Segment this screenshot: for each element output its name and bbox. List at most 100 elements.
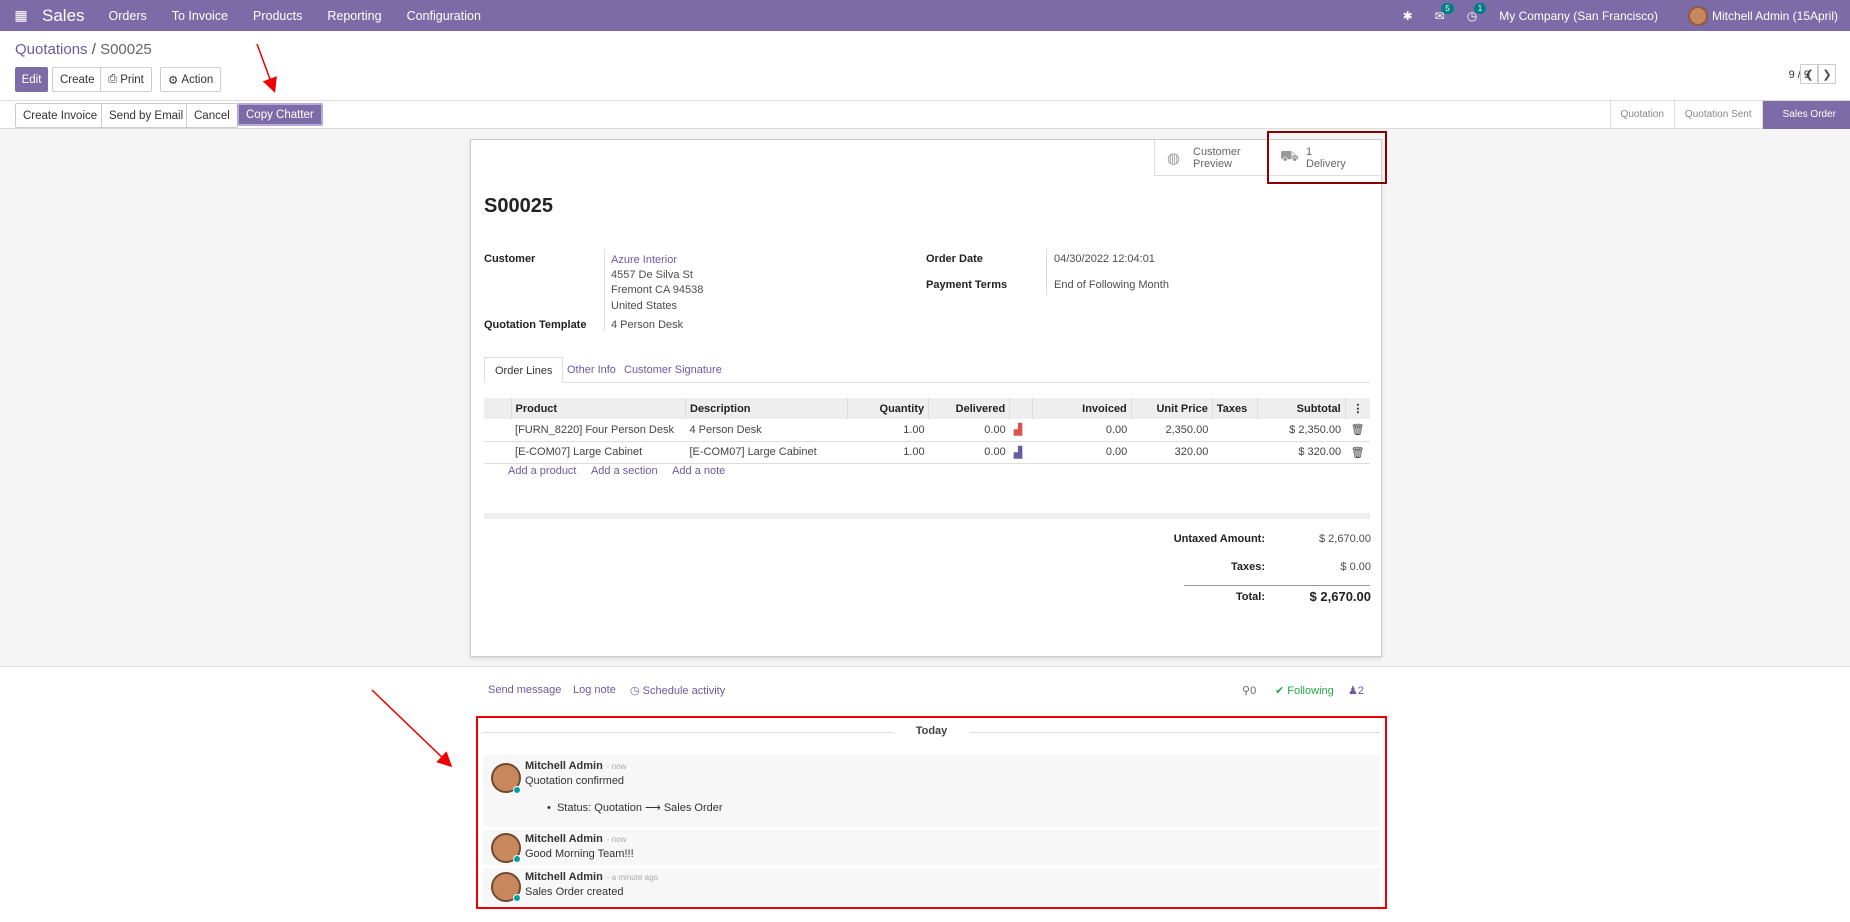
control-panel: Quotations / S00025 Edit Create ⎙ Print ⚙… [0,31,1850,101]
forecast-chart-icon[interactable]: ▟ [1009,441,1033,464]
header-invoiced[interactable]: Invoiced [1031,398,1132,419]
order-name: S00025 [484,195,553,217]
online-status-icon [513,894,521,902]
action-button[interactable]: ⚙ Action [160,67,222,92]
message-body: Quotation confirmed [525,775,625,787]
header-subtotal[interactable]: Subtotal [1256,398,1346,419]
send-by-email-button[interactable]: Send by Email [101,103,192,128]
cell-unit-price[interactable]: 2,350.00 [1131,419,1213,442]
user-avatar[interactable] [1687,5,1708,26]
message-author[interactable]: Mitchell Admin [525,760,603,772]
company-switcher[interactable]: My Company (San Francisco) [1499,9,1658,23]
step-quotation-sent[interactable]: Quotation Sent [1673,101,1762,129]
attachments-button[interactable]: ⚲0 [1242,684,1256,697]
menu-configuration[interactable]: Configuration [407,9,481,23]
cell-product[interactable]: [FURN_8220] Four Person Desk [511,419,686,442]
quotation-template-value: 4 Person Desk [611,319,684,331]
create-invoice-button[interactable]: Create Invoice [15,103,106,128]
header-description[interactable]: Description [684,398,848,419]
cancel-button[interactable]: Cancel [186,103,238,128]
customer-address-city: Fremont CA 94538 [611,284,704,296]
header-taxes[interactable]: Taxes [1211,398,1258,419]
cell-unit-price[interactable]: 320.00 [1131,441,1213,464]
header-delivered[interactable]: Delivered [928,398,1010,419]
note-separator [484,513,1370,519]
cell-subtotal: $ 2,350.00 [1257,419,1346,442]
print-button[interactable]: ⎙ Print [100,67,152,92]
header-unit-price[interactable]: Unit Price [1130,398,1213,419]
field-divider [1046,249,1047,295]
breadcrumb-quotations[interactable]: Quotations [15,41,88,58]
customer-name[interactable]: Azure Interior [611,254,677,266]
tab-order-lines[interactable]: Order Lines [484,357,564,383]
add-section-link[interactable]: Add a section [591,465,658,477]
message-thread-highlight: Today Mitchell Admin - now Quotation conf… [476,716,1387,909]
step-quotation[interactable]: Quotation [1609,101,1674,129]
cell-description[interactable]: [E-COM07] Large Cabinet [685,441,848,464]
notebook-tabs: Order Lines Other Info Customer Signatur… [484,357,1370,383]
status-steps: Quotation Quotation Sent Sales Order [1609,101,1850,129]
message-item: Mitchell Admin - a minute ago Sales Order… [483,868,1380,905]
following-label: Following [1287,685,1334,697]
table-row[interactable]: [E-COM07] Large Cabinet [E-COM07] Large … [484,441,1370,464]
column-options-icon[interactable]: ⋮ [1344,398,1370,419]
message-item: Mitchell Admin - now Quotation confirmed … [483,755,1380,827]
following-button[interactable]: ✔ Following [1275,684,1334,697]
activity-badge: 1 [1473,2,1487,14]
paperclip-icon: ⚲ [1242,685,1251,697]
pager-next-icon[interactable]: ❯ [1818,64,1836,84]
cell-product[interactable]: [E-COM07] Large Cabinet [511,441,686,464]
person-icon: ♟ [1348,685,1358,697]
message-body: Good Morning Team!!! [525,848,634,860]
message-time: - now [606,762,627,771]
taxes-label: Taxes: [1230,561,1265,573]
copy-chatter-button[interactable]: Copy Chatter [237,103,323,126]
cell-taxes[interactable] [1212,441,1258,464]
cell-taxes[interactable] [1212,419,1258,442]
row-handle [484,441,512,464]
edit-button[interactable]: Edit [15,67,48,92]
header-quantity[interactable]: Quantity [847,398,929,419]
send-message-button[interactable]: Send message [488,684,561,696]
cell-quantity[interactable]: 1.00 [847,419,929,442]
tab-customer-signature[interactable]: Customer Signature [614,357,732,383]
date-separator: Today [478,725,1385,737]
menu-orders[interactable]: Orders [109,9,147,23]
menu-to-invoice[interactable]: To Invoice [172,9,228,23]
message-header: Mitchell Admin - now [525,760,626,772]
trash-icon[interactable]: 🗑 [1345,419,1370,442]
log-note-button[interactable]: Log note [573,684,616,696]
header-product[interactable]: Product [510,398,686,419]
total-value: $ 2,670.00 [1309,589,1371,604]
app-name[interactable]: Sales [42,6,85,26]
bug-icon[interactable]: ✱ [1403,9,1413,23]
forecast-chart-icon[interactable]: ▟ [1009,419,1033,442]
check-icon: ✔ [1275,685,1288,697]
cell-invoiced: 0.00 [1032,441,1132,464]
activity-clock-icon[interactable]: ◷ 1 [1467,2,1487,23]
menu-products[interactable]: Products [253,9,302,23]
cell-description[interactable]: 4 Person Desk [685,419,848,442]
message-author[interactable]: Mitchell Admin [525,871,603,883]
menu-reporting[interactable]: Reporting [327,9,381,23]
customer-address-street: 4557 De Silva St [611,269,693,281]
table-row[interactable]: [FURN_8220] Four Person Desk 4 Person De… [484,419,1370,442]
add-product-link[interactable]: Add a product [508,465,577,477]
print-icon: ⎙ [108,73,118,85]
user-menu[interactable]: Mitchell Admin (15April) [1712,9,1838,23]
add-note-link[interactable]: Add a note [672,465,725,477]
customer-preview-button[interactable]: ◍ Customer Preview [1154,140,1267,176]
chat-icon[interactable]: ✉ 5 [1435,2,1454,23]
followers-button[interactable]: ♟2 [1348,684,1364,697]
cell-quantity[interactable]: 1.00 [847,441,929,464]
apps-menu-icon[interactable]: ▦ [0,7,42,24]
pager-previous-icon[interactable]: ❮ [1800,64,1818,84]
trash-icon[interactable]: 🗑 [1345,441,1370,464]
message-author[interactable]: Mitchell Admin [525,833,603,845]
cell-invoiced: 0.00 [1032,419,1132,442]
gear-icon: ⚙ [168,74,179,87]
cell-delivered: 0.00 [928,419,1010,442]
schedule-activity-button[interactable]: ◷ Schedule activity [630,684,725,697]
table-header-row: Product Description Quantity Delivered I… [484,398,1370,419]
create-button[interactable]: Create [52,67,103,92]
